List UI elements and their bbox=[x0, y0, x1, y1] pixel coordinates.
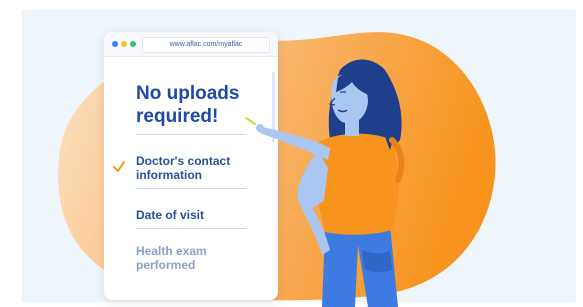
woman-figure bbox=[245, 59, 405, 307]
illustration: www.aflac.com/myaflac No uploads require… bbox=[0, 0, 583, 307]
